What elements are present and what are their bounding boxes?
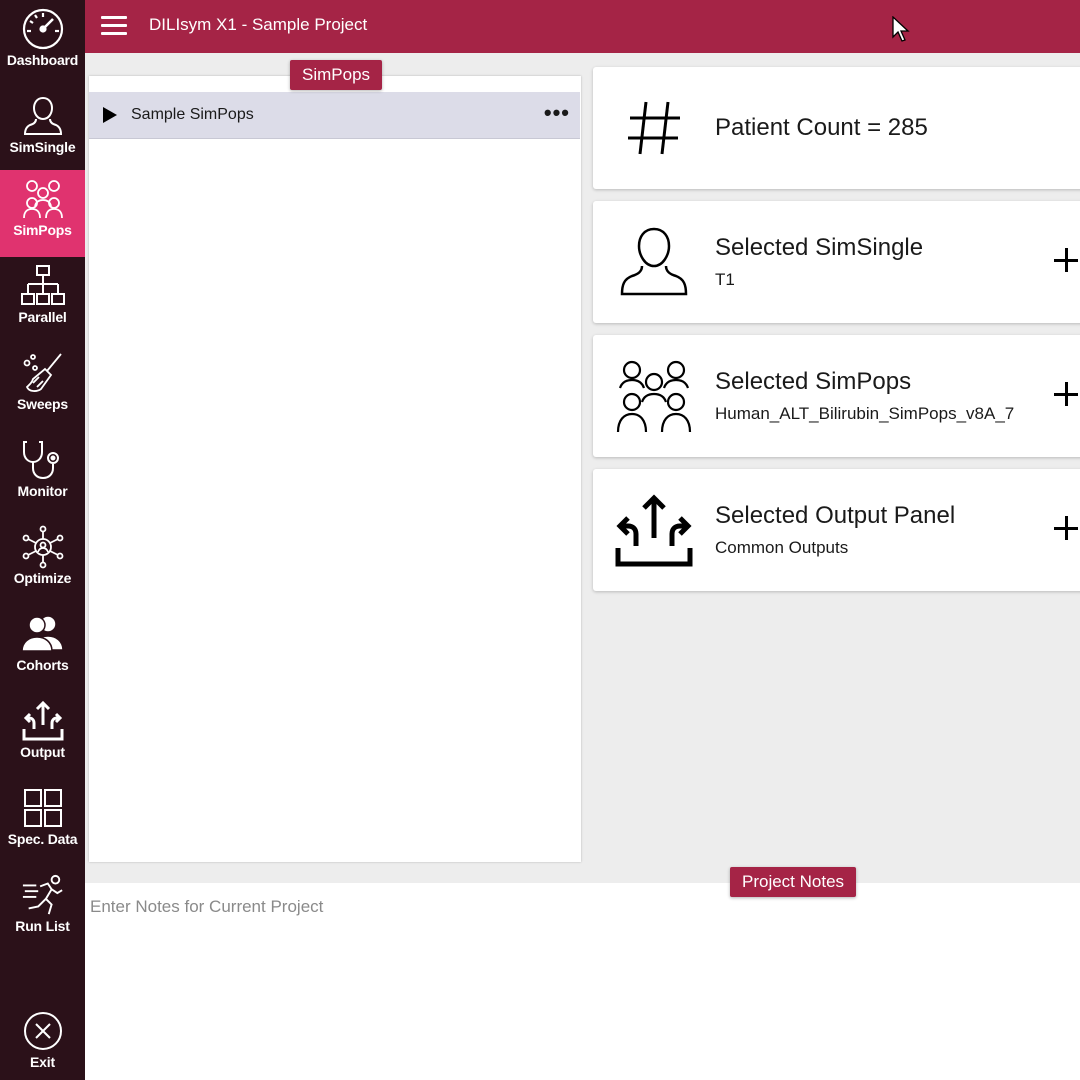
- card-title: Selected Output Panel: [715, 502, 956, 529]
- hash-icon: [611, 85, 697, 171]
- group-icon: [21, 177, 65, 221]
- person-icon: [21, 94, 65, 138]
- sidebar-item-label: Monitor: [17, 483, 68, 499]
- cohort-icon: [20, 612, 65, 656]
- simpops-panel-title: SimPops: [290, 60, 383, 90]
- patient-count-card: Patient Count = 285: [593, 67, 1080, 189]
- expand-arrow-icon[interactable]: [103, 107, 117, 123]
- exit-label: Exit: [30, 1054, 55, 1070]
- tree-item-sample-simpops[interactable]: Sample SimPops •••: [89, 92, 580, 139]
- selected-output-panel-card[interactable]: Selected Output Panel Common Outputs: [593, 469, 1080, 591]
- patient-count-text: Patient Count = 285: [715, 114, 928, 141]
- exit-button[interactable]: Exit: [0, 1005, 85, 1080]
- sidebar-item-label: Cohorts: [16, 657, 69, 673]
- sidebar-item-parallel[interactable]: Parallel: [0, 257, 85, 344]
- group-icon: [611, 353, 697, 439]
- hamburger-menu-icon[interactable]: [101, 14, 127, 38]
- tree-item-label: Sample SimPops: [131, 106, 254, 123]
- sidebar-item-optimize[interactable]: Optimize: [0, 518, 85, 605]
- runner-icon: [21, 873, 65, 917]
- person-icon: [611, 219, 697, 305]
- sidebar-item-dashboard[interactable]: Dashboard: [0, 0, 85, 87]
- add-simpops-button[interactable]: [1054, 381, 1080, 409]
- selected-simpops-card[interactable]: Selected SimPops Human_ALT_Bilirubin_Sim…: [593, 335, 1080, 457]
- hierarchy-icon: [20, 264, 65, 308]
- broom-icon: [21, 351, 65, 395]
- sidebar-item-label: Parallel: [18, 309, 67, 325]
- grid-icon: [21, 786, 65, 830]
- sidebar-item-label: SimPops: [13, 222, 72, 238]
- speedometer-icon: [21, 7, 65, 51]
- output-arrows-icon: [611, 487, 697, 573]
- project-notes-panel: [85, 883, 1080, 1080]
- simpops-panel: [89, 76, 581, 862]
- more-options-icon[interactable]: •••: [544, 102, 570, 124]
- sidebar-item-label: Spec. Data: [7, 831, 78, 847]
- project-notes-input[interactable]: [90, 897, 1070, 1067]
- sidebar-item-label: Sweeps: [17, 396, 68, 412]
- sidebar-item-simpops[interactable]: SimPops: [0, 170, 85, 257]
- sidebar-item-cohorts[interactable]: Cohorts: [0, 605, 85, 692]
- add-simsingle-button[interactable]: [1054, 247, 1080, 275]
- sidebar-item-label: Optimize: [13, 570, 72, 586]
- stethoscope-icon: [21, 438, 65, 482]
- mouse-cursor-icon: [892, 16, 910, 42]
- sidebar-item-run-list[interactable]: Run List: [0, 866, 85, 953]
- card-title: Selected SimPops: [715, 368, 912, 395]
- project-notes-title: Project Notes: [730, 867, 857, 897]
- close-circle-icon: [21, 1009, 65, 1053]
- sidebar-item-simsingle[interactable]: SimSingle: [0, 87, 85, 174]
- sidebar-item-label: Dashboard: [6, 52, 79, 68]
- output-arrows-icon: [21, 699, 65, 743]
- app-header: DILIsym X1 - Sample Project: [85, 0, 1080, 53]
- sidebar-item-spec-data[interactable]: Spec. Data: [0, 779, 85, 866]
- card-subtitle: Common Outputs: [715, 538, 849, 557]
- sidebar-item-monitor[interactable]: Monitor: [0, 431, 85, 518]
- card-subtitle: Human_ALT_Bilirubin_SimPops_v8A_7: [715, 404, 1015, 423]
- selected-simsingle-card[interactable]: Selected SimSingle T1: [593, 201, 1080, 323]
- sidebar-item-output[interactable]: Output: [0, 692, 85, 779]
- app-title: DILIsym X1 - Sample Project: [149, 15, 368, 34]
- sidebar-item-label: Run List: [15, 918, 70, 934]
- sidebar-item-sweeps[interactable]: Sweeps: [0, 344, 85, 431]
- card-title: Selected SimSingle: [715, 234, 924, 261]
- add-output-panel-button[interactable]: [1054, 515, 1080, 543]
- card-subtitle: T1: [715, 270, 735, 289]
- sidebar-item-label: SimSingle: [9, 139, 76, 155]
- sidebar: Dashboard SimSingle SimPops Parallel Swe…: [0, 0, 85, 1080]
- sidebar-item-label: Output: [20, 744, 65, 760]
- network-icon: [21, 525, 65, 569]
